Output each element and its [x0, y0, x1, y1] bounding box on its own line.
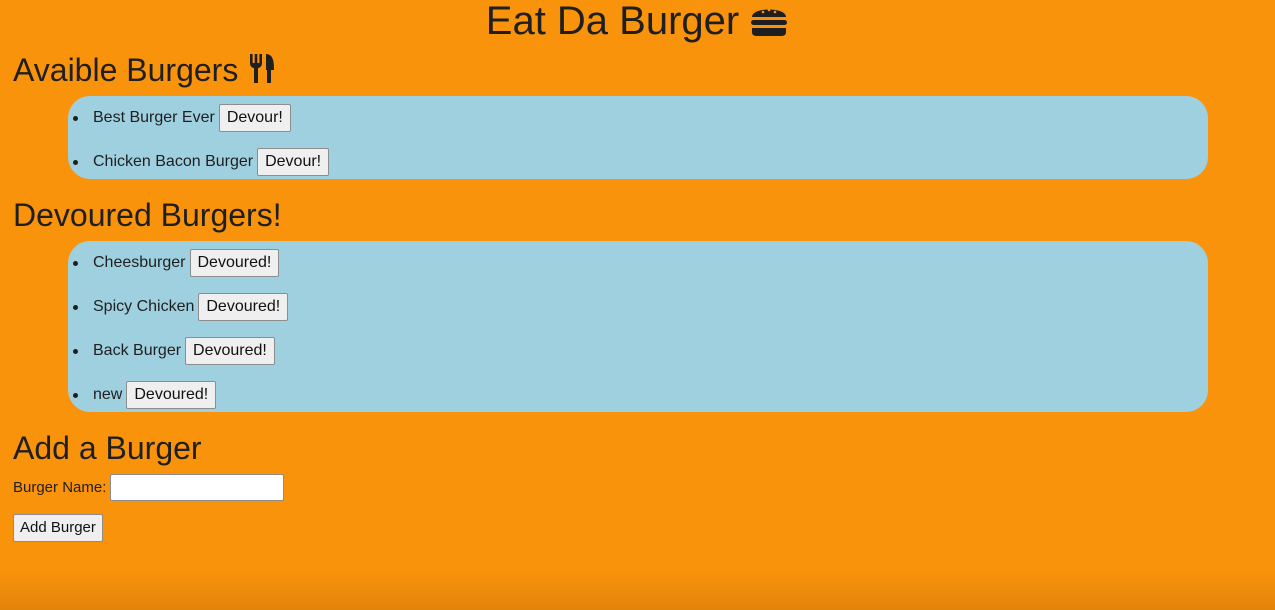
devoured-list: Cheesburger Devoured! Spicy Chicken Devo… [68, 241, 1208, 417]
devoured-panel: Cheesburger Devoured! Spicy Chicken Devo… [68, 241, 1208, 412]
burger-name: Chicken Bacon Burger [93, 153, 254, 170]
list-item: Best Burger Ever Devour! [73, 96, 1208, 140]
page-title-text: Eat Da Burger [485, 0, 740, 43]
devoured-button[interactable]: Devoured! [198, 293, 289, 321]
burger-name: new [93, 386, 123, 403]
page-title: Eat Da Burger [0, 0, 1275, 41]
devoured-button[interactable]: Devoured! [185, 337, 275, 365]
burger-name-row: Burger Name: [13, 474, 285, 501]
available-panel: Best Burger Ever Devour! Chicken Bacon B… [68, 96, 1208, 179]
devoured-button[interactable]: Devoured! [189, 249, 280, 277]
utensils-icon [250, 54, 275, 83]
submit-row: Add Burger [13, 514, 103, 542]
devour-button[interactable]: Devour! [218, 104, 291, 132]
burger-name: Cheesburger [93, 254, 186, 271]
bottom-shadow [0, 570, 1275, 610]
devour-button[interactable]: Devour! [257, 148, 330, 176]
list-item: Chicken Bacon Burger Devour! [73, 140, 1208, 184]
burger-name: Back Burger [93, 342, 182, 359]
list-item: Back Burger Devoured! [73, 329, 1208, 373]
burger-name-input[interactable] [110, 474, 285, 501]
hamburger-icon [751, 8, 788, 36]
burger-name: Spicy Chicken [93, 298, 195, 315]
burger-name-label: Burger Name: [13, 479, 107, 496]
list-item: Spicy Chicken Devoured! [73, 285, 1208, 329]
add-burger-heading: Add a Burger [13, 430, 202, 466]
list-item: Cheesburger Devoured! [73, 241, 1208, 285]
devoured-heading: Devoured Burgers! [13, 197, 282, 233]
add-burger-button[interactable]: Add Burger [13, 514, 103, 542]
list-item: new Devoured! [73, 373, 1208, 417]
available-heading: Avaible Burgers [13, 52, 277, 88]
devoured-button[interactable]: Devoured! [126, 381, 217, 409]
available-list: Best Burger Ever Devour! Chicken Bacon B… [68, 96, 1208, 184]
burger-name: Best Burger Ever [93, 109, 215, 126]
available-heading-text: Avaible Burgers [13, 52, 239, 88]
